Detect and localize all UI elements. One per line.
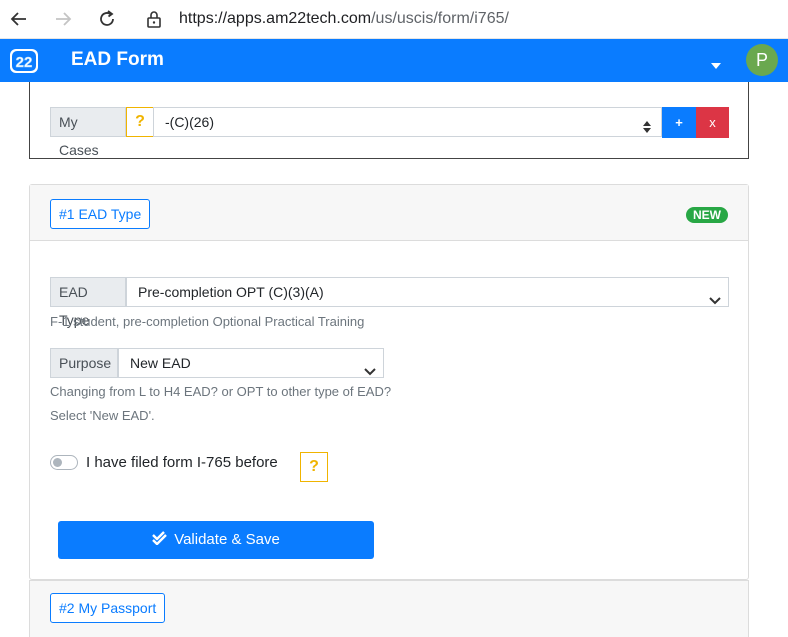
purpose-help-text-2: Select 'New EAD'. xyxy=(50,408,155,423)
filed-before-toggle[interactable] xyxy=(50,455,78,470)
new-badge: NEW xyxy=(686,207,728,223)
double-check-icon xyxy=(152,531,168,546)
ead-card-header: #1 EAD Type NEW xyxy=(30,185,748,241)
url-host: https://apps.am22tech.com xyxy=(179,10,372,27)
ead-type-selected-value: Pre-completion OPT (C)(3)(A) xyxy=(138,284,324,300)
validate-save-button[interactable]: Validate & Save xyxy=(58,521,374,559)
purpose-label: Purpose xyxy=(50,348,118,378)
select-updown-icon xyxy=(643,115,651,133)
ead-type-section-button[interactable]: #1 EAD Type xyxy=(50,199,151,229)
chevron-down-icon xyxy=(709,287,721,305)
chevron-down-icon xyxy=(364,358,376,376)
url-path: /us/uscis/form/i765/ xyxy=(371,10,509,27)
cases-card: My Cases ? -(C)(26) + x xyxy=(29,82,749,159)
app-title: EAD Form xyxy=(71,49,164,70)
purpose-help-text-1: Changing from L to H4 EAD? or OPT to oth… xyxy=(50,384,392,399)
forward-arrow-icon[interactable] xyxy=(52,8,74,30)
avatar[interactable]: P xyxy=(746,44,778,76)
validate-save-label: Validate & Save xyxy=(174,531,280,548)
back-arrow-icon[interactable] xyxy=(8,8,30,30)
lock-icon xyxy=(146,9,162,29)
filed-before-help-button[interactable]: ? xyxy=(300,452,328,482)
purpose-selected-value: New EAD xyxy=(130,355,191,371)
cases-selected-value: -(C)(26) xyxy=(165,114,214,130)
filed-before-label: I have filed form I-765 before xyxy=(86,454,278,471)
cases-help-button[interactable]: ? xyxy=(126,107,154,137)
browser-toolbar: https://apps.am22tech.com/us/uscis/form/… xyxy=(0,0,788,39)
toggle-knob xyxy=(53,458,62,467)
ead-type-help-text: F-1 student, pre-completion Optional Pra… xyxy=(50,314,365,329)
app-navbar: 22 EAD Form xyxy=(0,39,788,82)
purpose-select[interactable]: New EAD xyxy=(118,348,384,378)
reload-icon[interactable] xyxy=(96,8,118,30)
passport-card: #2 My Passport xyxy=(29,580,749,637)
logo-text: 22 xyxy=(16,54,33,71)
ead-type-label: EAD Type xyxy=(50,277,126,328)
my-cases-label: My Cases xyxy=(50,107,126,158)
am22-logo[interactable]: 22 xyxy=(10,49,38,73)
ead-type-card: #1 EAD Type NEW EAD Type Pre-completion … xyxy=(29,184,749,580)
address-bar[interactable]: https://apps.am22tech.com/us/uscis/form/… xyxy=(179,9,509,29)
passport-section-button[interactable]: #2 My Passport xyxy=(50,593,166,623)
remove-case-button[interactable]: x xyxy=(696,107,729,138)
ead-type-select[interactable]: Pre-completion OPT (C)(3)(A) xyxy=(126,277,729,307)
caret-down-icon[interactable] xyxy=(711,56,721,74)
cases-select[interactable]: -(C)(26) xyxy=(153,107,662,137)
add-case-button[interactable]: + xyxy=(662,107,696,138)
